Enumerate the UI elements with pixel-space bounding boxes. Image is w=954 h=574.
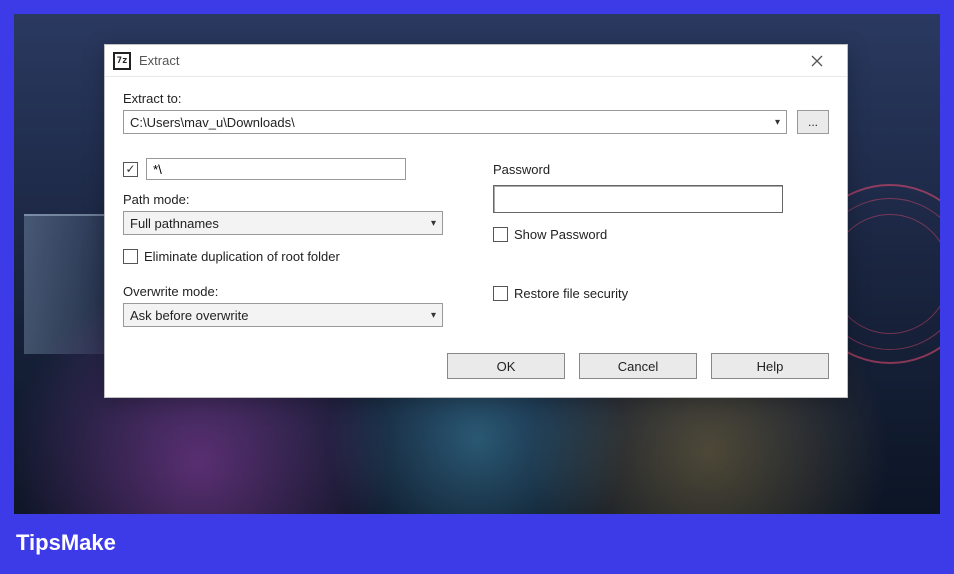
eliminate-dup-label: Eliminate duplication of root folder xyxy=(144,249,340,264)
help-button[interactable]: Help xyxy=(711,353,829,379)
path-mode-combo[interactable]: Full pathnames ▾ xyxy=(123,211,443,235)
show-password-row[interactable]: Show Password xyxy=(493,227,783,242)
app-icon: 7z xyxy=(113,52,131,70)
overwrite-mode-label: Overwrite mode: xyxy=(123,284,443,299)
close-button[interactable] xyxy=(795,47,839,75)
branding-text: TipsMake xyxy=(16,530,116,556)
cancel-button[interactable]: Cancel xyxy=(579,353,697,379)
ok-button[interactable]: OK xyxy=(447,353,565,379)
show-password-label: Show Password xyxy=(514,227,607,242)
password-input[interactable] xyxy=(493,185,783,213)
chevron-down-icon: ▾ xyxy=(775,117,780,128)
subfolder-input[interactable] xyxy=(146,158,406,180)
chevron-down-icon: ▾ xyxy=(431,218,436,229)
dialog-title: Extract xyxy=(139,53,179,68)
close-icon xyxy=(811,55,823,67)
extract-to-label: Extract to: xyxy=(123,91,829,106)
extract-to-combo[interactable]: C:\Users\mav_u\Downloads\ ▾ xyxy=(123,110,787,134)
subfolder-checkbox[interactable] xyxy=(123,162,138,177)
path-mode-value: Full pathnames xyxy=(130,216,219,231)
dialog-titlebar[interactable]: 7z Extract xyxy=(105,45,847,77)
restore-security-checkbox[interactable] xyxy=(493,286,508,301)
eliminate-dup-row[interactable]: Eliminate duplication of root folder xyxy=(123,249,443,264)
extract-dialog: 7z Extract Extract to: C:\Users\mav_u\Do… xyxy=(104,44,848,398)
browse-button[interactable]: ... xyxy=(797,110,829,134)
restore-security-label: Restore file security xyxy=(514,286,628,301)
dialog-button-row: OK Cancel Help xyxy=(105,335,847,397)
password-label: Password xyxy=(493,162,783,177)
eliminate-dup-checkbox[interactable] xyxy=(123,249,138,264)
restore-security-row[interactable]: Restore file security xyxy=(493,286,783,301)
chevron-down-icon: ▾ xyxy=(431,310,436,321)
path-mode-label: Path mode: xyxy=(123,192,443,207)
extract-to-value: C:\Users\mav_u\Downloads\ xyxy=(130,115,295,130)
overwrite-mode-value: Ask before overwrite xyxy=(130,308,249,323)
overwrite-mode-combo[interactable]: Ask before overwrite ▾ xyxy=(123,303,443,327)
show-password-checkbox[interactable] xyxy=(493,227,508,242)
